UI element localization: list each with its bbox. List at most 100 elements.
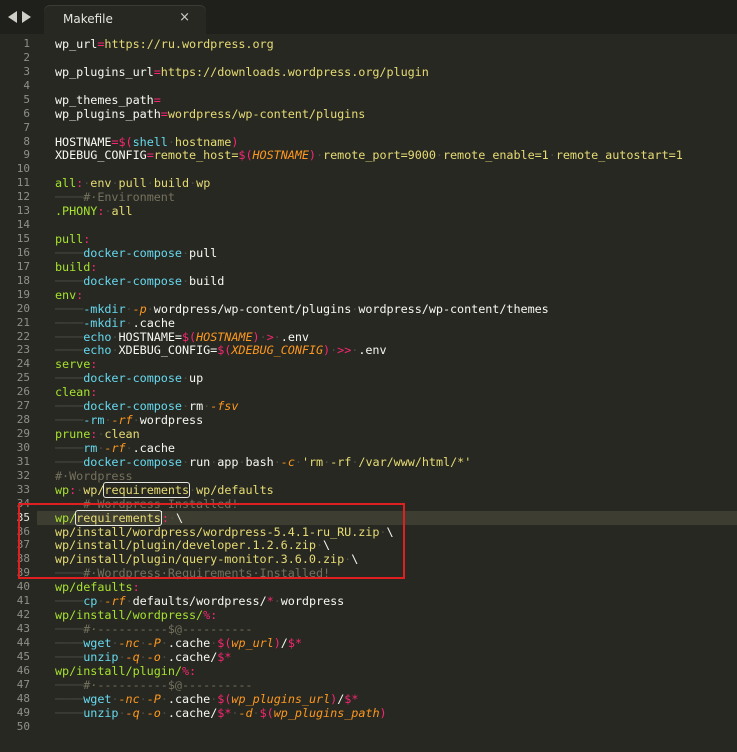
code-line[interactable]: XDEBUG_CONFIG=remote_host=$(HOSTNAME)·re… xyxy=(55,148,683,162)
line-number: 33 xyxy=(16,483,30,496)
code-token: : xyxy=(132,580,140,594)
code-token: -mkdir xyxy=(83,316,126,330)
line-number: 21 xyxy=(16,316,30,329)
code-token: unzip xyxy=(83,706,119,720)
code-token: .PHONY xyxy=(55,204,98,218)
code-line[interactable]: ────wget·-nc·-P·.cache·$(wp_url)/$* xyxy=(55,636,302,650)
code-token: · xyxy=(181,399,190,413)
code-line[interactable]: ────docker-compose·pull xyxy=(55,246,217,260)
code-token: · xyxy=(118,650,126,664)
code-line[interactable]: wp_url=https://ru.wordpress.org xyxy=(55,37,274,51)
code-line[interactable]: build: xyxy=(55,260,97,274)
code-token: rm xyxy=(83,441,98,455)
code-token: HOSTNAME= xyxy=(118,330,183,344)
code-token: all xyxy=(111,204,133,218)
code-token: : xyxy=(90,385,98,399)
code-token: · xyxy=(294,455,302,469)
code-line[interactable]: ────-mkdir·.cache xyxy=(55,316,175,330)
code-line[interactable]: ────rm·-rf·.cache xyxy=(55,441,175,455)
code-token: .env xyxy=(358,343,387,357)
code-line[interactable]: ────unzip·-q·-o·.cache/$*·-d·$(wp_plugin… xyxy=(55,706,387,720)
code-token: wp_plugins_path xyxy=(55,107,161,121)
code-line[interactable]: serve: xyxy=(55,357,97,371)
line-number: 2 xyxy=(23,51,30,64)
code-token: ──── xyxy=(55,594,84,608)
code-token: -q xyxy=(125,650,140,664)
code-line[interactable]: pull: xyxy=(55,232,90,246)
code-token: wget xyxy=(83,636,112,650)
code-line[interactable]: prune:·clean xyxy=(55,427,140,441)
code-line[interactable]: ────echo·HOSTNAME=$(HOSTNAME)·>·.env xyxy=(55,330,309,344)
code-token: docker-compose xyxy=(83,399,182,413)
code-line[interactable]: ────#·----------$@---------- xyxy=(55,678,253,692)
code-line[interactable]: ────-mkdir·-p·wordpress/wp-content/plugi… xyxy=(55,302,549,316)
line-number: 40 xyxy=(16,580,30,593)
code-line[interactable]: ────unzip·-q·-o·.cache/$* xyxy=(55,650,231,664)
code-token: -p xyxy=(132,302,147,316)
code-line[interactable]: wp_plugins_url=https://downloads.wordpre… xyxy=(55,65,429,79)
code-line[interactable]: ────#·----------$@---------- xyxy=(55,622,253,636)
code-line[interactable]: ────wget·-nc·-P·.cache·$(wp_plugins_url)… xyxy=(55,692,358,706)
code-line[interactable]: ────echo·XDEBUG_CONFIG=$(XDEBUG_CONFIG)·… xyxy=(55,343,387,357)
code-editor[interactable]: 1 2 3 4 5 6 7 8 9 10 11 12 13 14 15 16 17 18 19 20 21 22 23 24 2… xyxy=(0,34,737,752)
code-line[interactable]: env: xyxy=(55,288,83,302)
code-line[interactable]: .PHONY:·all xyxy=(55,204,133,218)
code-token: · xyxy=(160,692,168,706)
code-line[interactable]: #·Wordpress xyxy=(55,469,133,483)
code-token: wordpress/wp-content/themes xyxy=(358,302,549,316)
code-token: ──── xyxy=(55,413,84,427)
code-token: HOSTNAME xyxy=(196,330,253,344)
code-token: · xyxy=(181,274,190,288)
code-token: -d xyxy=(238,706,253,720)
code-line[interactable]: wp/install/plugin/%: xyxy=(55,664,196,678)
code-line[interactable]: ────cp·-rf·defaults/wordpress/*·wordpres… xyxy=(55,594,344,608)
code-line[interactable]: all:·env·pull·build·wp xyxy=(55,176,210,190)
line-number: 6 xyxy=(23,107,30,120)
code-token: wp_plugins_path xyxy=(273,706,380,720)
code-token: rm xyxy=(189,399,204,413)
code-token: · xyxy=(132,413,140,427)
code-token: ──── xyxy=(55,190,84,204)
code-token: wordpress/wp-content/plugins xyxy=(167,107,366,121)
code-line[interactable]: ────docker-compose·up xyxy=(55,371,203,385)
line-number: 1 xyxy=(23,37,30,50)
code-token: ) xyxy=(308,148,316,162)
line-number: 10 xyxy=(16,162,30,175)
code-line[interactable]: clean: xyxy=(55,385,97,399)
code-line[interactable]: wp_plugins_path=wordpress/wp-content/plu… xyxy=(55,107,365,121)
code-line[interactable]: wp_themes_path= xyxy=(55,93,161,107)
code-token: -o xyxy=(146,706,161,720)
code-token: shell xyxy=(132,135,168,149)
triangle-left-icon[interactable] xyxy=(8,11,17,23)
close-icon[interactable]: × xyxy=(179,10,190,25)
code-area[interactable]: wp_url=https://ru.wordpress.org wp_plugin… xyxy=(37,34,737,752)
code-token: ) xyxy=(273,636,281,650)
code-line[interactable]: wp/install/wordpress/%: xyxy=(55,608,217,622)
code-line[interactable]: wp/defaults: xyxy=(55,580,140,594)
code-token: ──── xyxy=(55,399,84,413)
line-number: 20 xyxy=(16,302,30,315)
code-token: · xyxy=(139,706,147,720)
code-token: > xyxy=(266,330,274,344)
code-line[interactable]: HOSTNAME=$(shell·hostname) xyxy=(55,135,238,149)
code-token: wp_plugins_url xyxy=(231,692,331,706)
code-token: : xyxy=(90,260,98,274)
triangle-right-icon[interactable] xyxy=(22,11,31,23)
tab-makefile[interactable]: Makefile × xyxy=(44,5,206,34)
line-number: 29 xyxy=(16,427,30,440)
code-token: ──── xyxy=(55,330,84,344)
editor-window: Makefile × 1 2 3 4 5 6 7 8 9 10 11 12 13 14 15 16 17 18 19… xyxy=(0,0,737,752)
code-line[interactable]: ────#·Environment xyxy=(55,190,175,204)
code-token: XDEBUG_CONFIG xyxy=(55,148,147,162)
code-token: build xyxy=(153,176,190,190)
code-line[interactable]: ────-rm·-rf·wordpress xyxy=(55,413,203,427)
code-token: docker-compose xyxy=(83,455,182,469)
code-line[interactable]: ────docker-compose·build xyxy=(55,274,224,288)
code-token: : xyxy=(76,288,84,302)
code-token: -c xyxy=(280,455,295,469)
code-line[interactable]: ────docker-compose·rm·-fsv xyxy=(55,399,238,413)
code-token: ──── xyxy=(55,441,84,455)
code-line[interactable]: ────docker-compose·run·app·bash·-c·'rm·-… xyxy=(55,455,471,469)
code-token: cp xyxy=(83,594,98,608)
code-line[interactable]: wp:·wp/requirements·wp/defaults xyxy=(55,482,274,498)
